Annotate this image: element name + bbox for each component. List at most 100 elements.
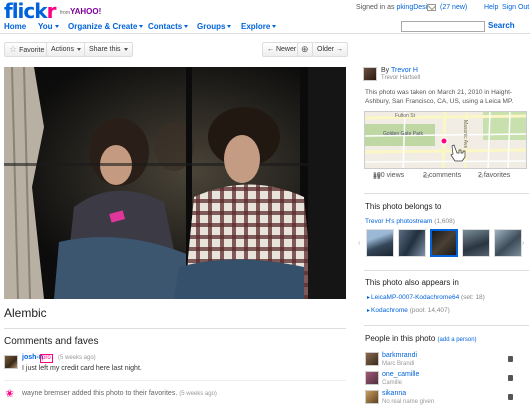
divider xyxy=(4,328,346,329)
nav-you[interactable]: You xyxy=(38,22,59,31)
comment-time[interactable]: (5 weeks ago) xyxy=(58,355,96,361)
favorites-count-label: 2 favorites xyxy=(478,172,511,179)
logo-text-pink: r xyxy=(46,0,57,23)
top-bar: flickr from YAHOO! Signed in as pkingDes… xyxy=(0,0,530,23)
photo-taken-info: This photo was taken on March 21, 2010 i… xyxy=(365,89,514,105)
nav-explore[interactable]: Explore xyxy=(241,22,277,31)
avatar[interactable] xyxy=(365,390,379,404)
signed-in-status: Signed in as pkingDesign xyxy=(356,4,435,11)
help-link[interactable]: Help xyxy=(484,4,498,11)
chevron-down-icon xyxy=(139,25,144,29)
triangle-right-icon: ▸ xyxy=(367,295,371,301)
logo-text-blue: flick xyxy=(4,0,48,23)
chevron-down-icon xyxy=(227,25,232,29)
chevron-down-icon xyxy=(184,25,189,29)
actions-menu-button[interactable]: Actions xyxy=(46,42,86,57)
yahoo-logo: YAHOO! xyxy=(70,7,102,16)
magnifier-plus-icon: ⊕ xyxy=(301,44,309,54)
map-label: Fulton St xyxy=(395,113,416,119)
map-image xyxy=(365,112,526,168)
appears-in-heading: This photo also appears in xyxy=(365,278,459,287)
person-link[interactable]: sikanna xyxy=(382,390,406,397)
avatar[interactable] xyxy=(4,355,18,369)
zoom-button[interactable]: ⊕ xyxy=(297,42,313,57)
nav-home[interactable]: Home xyxy=(4,22,26,31)
comment-text: I just left my credit card here last nig… xyxy=(22,365,142,372)
remove-person-icon[interactable] xyxy=(508,394,513,400)
nav-groups[interactable]: Groups xyxy=(197,22,232,31)
sign-out-link[interactable]: Sign Out xyxy=(502,4,529,11)
nav-contacts[interactable]: Contacts xyxy=(148,22,189,31)
avatar[interactable] xyxy=(365,371,379,385)
owner-link[interactable]: Trevor H xyxy=(391,67,418,74)
signed-in-label: Signed in as xyxy=(356,4,395,11)
search-input[interactable] xyxy=(401,21,485,32)
fave-text: added this photo to their favorites. xyxy=(71,390,178,397)
share-menu-button[interactable]: Share this xyxy=(84,42,133,57)
owner-real-name: Trevor Hartsell xyxy=(381,75,421,81)
remove-person-icon[interactable] xyxy=(508,375,513,381)
nav-contacts-label: Contacts xyxy=(148,22,183,31)
set-meta: (pool: 14,407) xyxy=(409,307,450,314)
favorite-label: Favorite xyxy=(19,47,45,54)
add-person-link[interactable]: (add a person) xyxy=(438,337,477,343)
photostream-thumbnail[interactable] xyxy=(494,229,522,257)
search-button[interactable]: Search xyxy=(488,21,515,30)
from-label: from xyxy=(60,10,70,16)
fave-user[interactable]: wayne bremser xyxy=(22,390,70,397)
set-item[interactable]: ▸Kodachrome (pool: 14,407) xyxy=(367,307,450,314)
nav-organize[interactable]: Organize & Create xyxy=(68,22,144,31)
pro-badge: pro xyxy=(40,354,53,363)
fave-entry: wayne bremser added this photo to their … xyxy=(22,390,217,397)
comments-count-label: 2 comments xyxy=(423,172,462,179)
photo-title: Alembic xyxy=(4,306,47,320)
map-label: Masonic Ave xyxy=(462,120,468,149)
nav-organize-label: Organize & Create xyxy=(68,22,138,31)
chevron-down-icon xyxy=(272,25,277,29)
main-photo[interactable] xyxy=(4,67,346,299)
owner-byline: By Trevor H xyxy=(381,67,418,74)
chevron-down-icon xyxy=(76,47,81,51)
chevron-down-icon xyxy=(54,25,59,29)
person-link[interactable]: barkmrandi xyxy=(382,352,417,359)
fave-time: (5 weeks ago) xyxy=(179,391,217,397)
photostream-link[interactable]: Trevor H's photostream (1,608) xyxy=(365,218,455,225)
belongs-heading: This photo belongs to xyxy=(365,202,442,211)
chevron-right-icon[interactable]: › xyxy=(522,240,524,247)
photostream-thumbnail[interactable] xyxy=(398,229,426,257)
avatar[interactable] xyxy=(363,67,377,81)
nav-groups-label: Groups xyxy=(197,22,226,31)
chevron-left-icon[interactable]: ‹ xyxy=(358,240,360,247)
by-label: By xyxy=(381,67,390,74)
nav-you-label: You xyxy=(38,22,53,31)
divider xyxy=(364,325,529,326)
older-button[interactable]: Older → xyxy=(312,42,349,57)
share-label: Share this xyxy=(89,46,121,53)
triangle-right-icon: ▸ xyxy=(367,308,371,314)
set-name: Kodachrome xyxy=(371,307,408,314)
chevron-down-icon xyxy=(123,47,128,51)
photostream-thumbnail-current[interactable] xyxy=(430,229,458,257)
star-icon: ☆ xyxy=(9,44,18,54)
photostream-thumbnail[interactable] xyxy=(462,229,490,257)
flickr-logo[interactable]: flickr xyxy=(4,0,57,23)
person-real-name: No real name given xyxy=(382,399,435,405)
remove-person-icon[interactable] xyxy=(508,356,513,362)
favorite-star-icon: ✬ xyxy=(5,388,15,400)
photo-stats: ▮▮ 100 views ▭ 2 comments ☆ 2 favorites xyxy=(365,172,528,182)
actions-label: Actions xyxy=(51,46,74,53)
mail-count-link[interactable]: (27 new) xyxy=(440,4,467,11)
mail-icon[interactable] xyxy=(427,4,436,11)
location-map[interactable]: Golden Gate Park Fulton St Masonic Ave xyxy=(364,111,527,169)
person-real-name: Camille xyxy=(382,380,403,386)
favorite-button[interactable]: ☆ Favorite xyxy=(4,42,50,57)
nav-home-label: Home xyxy=(4,22,27,31)
person-link[interactable]: one_camille xyxy=(382,371,419,378)
set-item[interactable]: ▸LeicaMP-0007-Kodachrome64 (set: 18) xyxy=(367,294,485,301)
divider xyxy=(4,380,346,381)
divider xyxy=(364,270,529,271)
photostream-thumbnail[interactable] xyxy=(366,229,394,257)
avatar[interactable] xyxy=(365,352,379,366)
newer-button[interactable]: ← Newer xyxy=(262,42,302,57)
views-label: 100 views xyxy=(373,172,405,179)
